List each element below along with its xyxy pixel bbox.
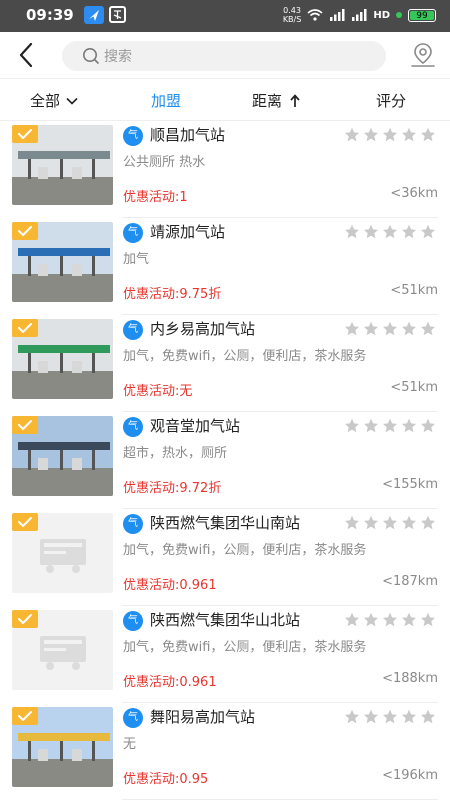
station-name: 舞阳易高加气站 <box>150 708 256 726</box>
station-row[interactable]: 气 靖源加气站 加气 优惠活动:9.75折 <51km <box>0 218 450 315</box>
arrow-up-icon <box>290 93 300 107</box>
filter-join-label: 加盟 <box>151 92 182 110</box>
network-speed-value: 0.43 <box>283 6 301 15</box>
station-services: 加气，免费wifi，公厕，便利店，茶水服务 <box>123 543 367 558</box>
navigation-app-icon <box>84 6 104 24</box>
verified-badge <box>12 416 38 434</box>
station-row[interactable]: 气 内乡易高加气站 加气，免费wifi，公厕，便利店，茶水服务 优惠活动:无 <… <box>0 315 450 412</box>
filter-join[interactable]: 加盟 <box>151 90 181 111</box>
signal-icon <box>330 9 345 21</box>
verified-badge <box>12 707 38 725</box>
station-promo: 优惠活动:0.961 <box>123 578 217 593</box>
verified-badge <box>12 610 38 628</box>
filter-rating-label: 评分 <box>376 92 407 110</box>
station-promo: 优惠活动:9.72折 <box>123 481 222 496</box>
station-name: 顺昌加气站 <box>150 126 226 144</box>
gas-type-badge: 气 <box>123 126 143 146</box>
filter-bar: 全部 加盟 距离 评分 <box>0 78 450 121</box>
filter-all[interactable]: 全部 <box>30 90 80 111</box>
gas-type-badge: 气 <box>123 611 143 631</box>
station-distance: <51km <box>390 380 438 395</box>
battery-icon: 99 <box>408 8 436 22</box>
gas-type-badge: 气 <box>123 708 143 728</box>
notification-app-icon <box>109 6 126 23</box>
rating-stars-icon <box>345 709 435 724</box>
check-icon <box>18 323 32 333</box>
station-distance: <188km <box>382 671 438 686</box>
hd-indicator: HD <box>373 9 390 21</box>
chevron-left-icon <box>19 42 33 68</box>
station-row[interactable]: 气 陕西燃气集团华山北站 加气，免费wifi，公厕，便利店，茶水服务 优惠活动:… <box>0 606 450 703</box>
station-name: 观音堂加气站 <box>150 417 241 435</box>
filter-rating[interactable]: 评分 <box>376 90 406 111</box>
gas-type-badge: 气 <box>123 320 143 340</box>
station-row[interactable]: 气 顺昌加气站 公共厕所 热水 优惠活动:1 <36km <box>0 121 450 218</box>
network-speed: 0.43 KB/S <box>283 6 302 24</box>
signal-icon-2 <box>352 9 367 21</box>
station-services: 加气，免费wifi，公厕，便利店，茶水服务 <box>123 640 367 655</box>
back-button[interactable] <box>12 40 42 70</box>
map-button[interactable] <box>408 40 438 70</box>
station-row[interactable]: 气 陕西燃气集团华山南站 加气，免费wifi，公厕，便利店，茶水服务 优惠活动:… <box>0 509 450 606</box>
map-pin-icon <box>411 43 435 67</box>
rating-stars-icon <box>345 127 435 142</box>
station-name: 内乡易高加气站 <box>150 320 256 338</box>
charging-dot-icon <box>396 12 402 18</box>
verified-badge <box>12 319 38 337</box>
station-distance: <155km <box>382 477 438 492</box>
rating-stars-icon <box>345 224 435 239</box>
station-distance: <187km <box>382 574 438 589</box>
station-distance: <196km <box>382 768 438 783</box>
gas-type-badge: 气 <box>123 417 143 437</box>
verified-badge <box>12 125 38 143</box>
verified-badge <box>12 222 38 240</box>
verified-badge <box>12 513 38 531</box>
check-icon <box>18 129 32 139</box>
search-input[interactable]: 搜索 <box>62 41 386 71</box>
station-promo: 优惠活动:0.95 <box>123 772 209 787</box>
check-icon <box>18 226 32 236</box>
battery-level: 99 <box>410 10 434 21</box>
filter-distance[interactable]: 距离 <box>252 90 302 111</box>
check-icon <box>18 711 32 721</box>
search-placeholder: 搜索 <box>104 49 132 65</box>
filter-all-label: 全部 <box>30 92 61 110</box>
search-icon <box>83 48 99 64</box>
check-icon <box>18 517 32 527</box>
status-right-group: 0.43 KB/S HD 99 <box>283 6 436 24</box>
rating-stars-icon <box>345 321 435 336</box>
status-time: 09:39 <box>26 6 74 24</box>
header: 搜索 <box>0 32 450 78</box>
station-promo: 优惠活动:1 <box>123 190 188 205</box>
rating-stars-icon <box>345 418 435 433</box>
gas-type-badge: 气 <box>123 514 143 534</box>
station-promo: 优惠活动:9.75折 <box>123 287 222 302</box>
station-services: 公共厕所 热水 <box>123 155 206 170</box>
station-promo: 优惠活动:无 <box>123 384 193 399</box>
station-services: 无 <box>123 737 137 752</box>
station-name: 陕西燃气集团华山北站 <box>150 611 301 629</box>
network-speed-unit: KB/S <box>282 15 302 24</box>
check-icon <box>18 614 32 624</box>
station-distance: <36km <box>390 186 438 201</box>
station-name: 靖源加气站 <box>150 223 226 241</box>
station-services: 超市，热水，厕所 <box>123 446 228 461</box>
station-row[interactable]: 气 观音堂加气站 超市，热水，厕所 优惠活动:9.72折 <155km <box>0 412 450 509</box>
station-promo: 优惠活动:0.961 <box>123 675 217 690</box>
rating-stars-icon <box>345 612 435 627</box>
status-bar: 09:39 0.43 KB/S HD 99 <box>0 0 450 32</box>
station-services: 加气 <box>123 252 150 267</box>
rating-stars-icon <box>345 515 435 530</box>
station-distance: <51km <box>390 283 438 298</box>
check-icon <box>18 420 32 430</box>
filter-distance-label: 距离 <box>252 92 283 110</box>
wifi-icon <box>307 9 323 21</box>
station-services: 加气，免费wifi，公厕，便利店，茶水服务 <box>123 349 367 364</box>
chevron-down-icon <box>66 97 78 105</box>
gas-type-badge: 气 <box>123 223 143 243</box>
station-row[interactable]: 气 舞阳易高加气站 无 优惠活动:0.95 <196km <box>0 703 450 800</box>
station-name: 陕西燃气集团华山南站 <box>150 514 301 532</box>
